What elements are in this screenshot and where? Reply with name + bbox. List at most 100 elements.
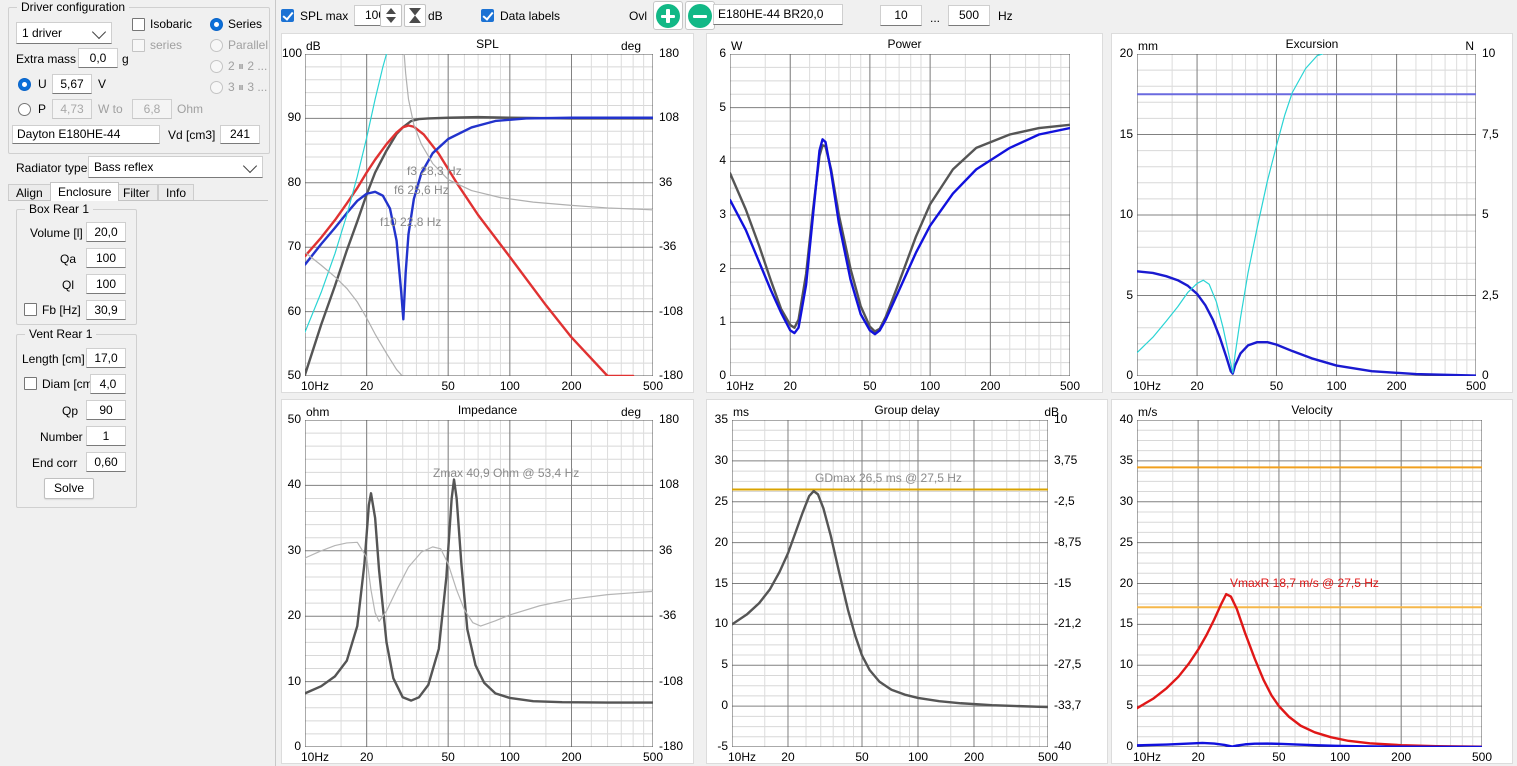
y-axis-tick: 5 xyxy=(721,657,728,672)
tab-info[interactable]: Info xyxy=(158,184,195,201)
freq-range-separator: ... xyxy=(930,11,941,25)
overlay-name-input[interactable]: E180HE-44 BR20,0 xyxy=(713,4,843,25)
fb-input[interactable]: 30,9 xyxy=(86,300,126,320)
fb-checkbox[interactable] xyxy=(24,303,37,316)
y-axis-right-tick: 7,5 xyxy=(1482,126,1499,141)
tab-filter[interactable]: Filter xyxy=(115,184,158,201)
spl-max-checkbox[interactable] xyxy=(281,9,294,22)
chart-excursion[interactable]: Excursion mm N 0 5 10 15 20 0 2,5 5 7,5 10 10Hz 20 5… xyxy=(1111,33,1513,393)
y-axis-tick: 15 xyxy=(714,575,728,590)
y-axis-tick: 10 xyxy=(714,616,728,631)
data-labels-checkbox[interactable] xyxy=(481,9,494,22)
top-toolbar: SPL max 100 dB Data labels Ovl E180HE-44… xyxy=(276,0,1517,31)
extra-mass-unit: g xyxy=(122,52,129,66)
isobaric-checkbox[interactable] xyxy=(132,18,145,31)
x-axis-tick: 10Hz xyxy=(301,379,330,393)
y-axis-tick: 35 xyxy=(714,412,728,426)
y-axis-tick: 30 xyxy=(1119,493,1133,508)
overlay-add-button[interactable] xyxy=(653,1,683,30)
y-axis-right-tick: -108 xyxy=(659,673,684,688)
y-axis-tick: 0 xyxy=(1126,739,1133,753)
qa-label: Qa xyxy=(60,252,77,266)
x-axis-tick: 200 xyxy=(561,379,582,393)
y-axis-right-tick: -2,5 xyxy=(1054,493,1075,508)
chart-impedance-annotation: Zmax 40,9 Ohm @ 53,4 Hz xyxy=(433,466,580,480)
vd-input[interactable]: 241 xyxy=(220,125,260,144)
extra-mass-input[interactable]: 0,0 xyxy=(78,48,118,68)
vent-diam-checkbox[interactable] xyxy=(24,377,37,390)
y-axis-right-tick: 108 xyxy=(659,110,680,125)
radiator-type-value: Bass reflex xyxy=(94,160,154,174)
hourglass-button[interactable] xyxy=(404,4,426,27)
chart-excursion-plot xyxy=(1137,54,1476,376)
x-axis-tick: 50 xyxy=(1272,750,1286,764)
y-axis-right-tick: 10 xyxy=(1054,412,1068,426)
overlay-remove-button[interactable] xyxy=(685,1,715,30)
driver-count-select[interactable]: 1 driver xyxy=(16,22,112,44)
qa-input[interactable]: 100 xyxy=(86,248,126,268)
y-axis-tick: 10 xyxy=(287,673,301,688)
y-axis-tick: 1 xyxy=(719,314,726,329)
x-axis-tick: 100 xyxy=(907,750,928,764)
vent-number-input[interactable]: 1 xyxy=(86,426,126,446)
y-axis-right-tick: -36 xyxy=(659,239,677,254)
chart-excursion-title: Excursion xyxy=(1285,37,1339,51)
chart-spl-annotation-f10: f10 22,8 Hz xyxy=(380,215,442,229)
voltage-mode-radio[interactable] xyxy=(18,78,31,91)
radiator-type-select[interactable]: Bass reflex xyxy=(88,156,263,178)
y-axis-right-tick: -15 xyxy=(1054,575,1072,590)
y-axis-tick: 3 xyxy=(719,207,726,221)
chevron-down-icon xyxy=(242,158,258,174)
power-mode-radio[interactable] xyxy=(18,103,31,116)
y-axis-tick: 5 xyxy=(1126,287,1133,302)
wiring-2x2-radio xyxy=(210,60,223,73)
chart-impedance[interactable]: Impedance ohm deg Zmax 40,9 Ohm @ 53,4 H… xyxy=(281,399,694,764)
vent-diam-input[interactable]: 4,0 xyxy=(90,374,126,394)
y-axis-tick: 50 xyxy=(287,412,301,426)
end-corr-label: End corr xyxy=(32,456,78,470)
chart-impedance-ylabel: ohm xyxy=(306,405,330,419)
extra-mass-label: Extra mass xyxy=(16,52,77,66)
vent-length-input[interactable]: 17,0 xyxy=(86,348,126,368)
volume-input[interactable]: 20,0 xyxy=(86,222,126,242)
x-axis-tick: 200 xyxy=(1391,750,1412,764)
chart-group-delay-plot xyxy=(732,420,1048,747)
y-axis-tick: 5 xyxy=(719,99,726,114)
x-axis-tick: 500 xyxy=(1037,750,1059,764)
tab-enclosure[interactable]: Enclosure xyxy=(50,182,120,201)
updown-spinner-button[interactable] xyxy=(380,4,402,27)
qp-input[interactable]: 90 xyxy=(86,400,126,420)
chart-group-delay-ylabel: ms xyxy=(733,405,749,419)
x-axis-tick: 20 xyxy=(1190,379,1204,393)
x-axis-tick: 50 xyxy=(441,379,455,393)
tab-underline xyxy=(8,200,268,201)
chart-power-title: Power xyxy=(887,37,922,51)
chart-velocity[interactable]: Velocity m/s VmaxR 18,7 m/s @ 27,5 Hz 0 5… xyxy=(1111,399,1513,764)
chart-power-plot xyxy=(730,54,1070,376)
end-corr-input[interactable]: 0,60 xyxy=(86,452,126,472)
ql-label: Ql xyxy=(62,278,74,292)
driver-name-input[interactable]: Dayton E180HE-44 xyxy=(12,125,160,144)
minus-circle-icon xyxy=(688,4,712,28)
y-axis-tick: 0 xyxy=(294,739,301,753)
y-axis-tick: 30 xyxy=(287,542,301,557)
freq-max-input[interactable]: 500 xyxy=(948,5,990,26)
isobaric-label: Isobaric xyxy=(150,17,193,31)
y-axis-tick: 90 xyxy=(287,110,301,125)
wiring-series-radio[interactable] xyxy=(210,18,223,31)
wiring-2x2-label: 2 ⏸ 2 ... xyxy=(228,59,268,73)
chart-group-delay[interactable]: Group delay ms dB GDmax 26,5 ms @ 27,5 H… xyxy=(706,399,1108,764)
ql-input[interactable]: 100 xyxy=(86,274,126,294)
chart-spl-plot xyxy=(305,54,653,376)
chart-power[interactable]: Power W 0 1 2 3 4 5 6 10Hz 20 50 100 200 500 xyxy=(706,33,1103,393)
y-axis-tick: 20 xyxy=(1119,575,1133,590)
solve-button[interactable]: Solve xyxy=(44,478,94,499)
voltage-input[interactable]: 5,67 xyxy=(52,74,92,94)
tab-align[interactable]: Align xyxy=(8,184,51,201)
freq-min-input[interactable]: 10 xyxy=(880,5,922,26)
x-axis-tick: 500 xyxy=(1059,379,1081,393)
chart-spl[interactable]: SPL dB deg f3 28,3 Hz f6 25,6 Hz f10 22,… xyxy=(281,33,694,393)
chart-spl-annotation-f6: f6 25,6 Hz xyxy=(394,183,449,197)
y-axis-tick: 20 xyxy=(714,534,728,549)
chart-velocity-annotation: VmaxR 18,7 m/s @ 27,5 Hz xyxy=(1230,576,1379,590)
